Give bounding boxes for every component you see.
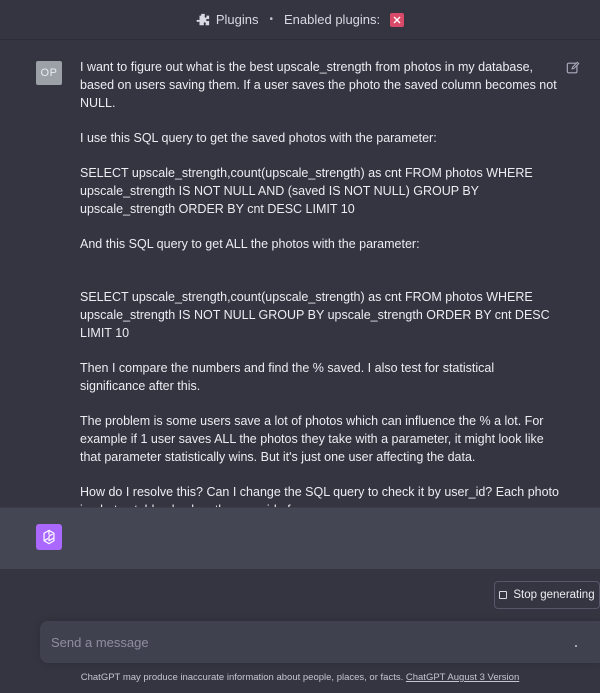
stop-generating-button[interactable]: Stop generating: [494, 581, 600, 609]
disclaimer-text: ChatGPT may produce inaccurate informati…: [80, 672, 404, 683]
stop-generating-label: Stop generating: [513, 589, 595, 601]
send-indicator-icon: [575, 645, 577, 647]
plugin-glyph-icon: [393, 16, 401, 23]
message-input[interactable]: [40, 621, 560, 663]
message-paragraph: The problem is some users save a lot of …: [80, 414, 544, 464]
stop-icon: [499, 591, 508, 599]
message-paragraph: I use this SQL query to get the saved ph…: [80, 131, 437, 145]
top-bar: Plugins • Enabled plugins:: [0, 0, 600, 40]
message-composer: [40, 621, 600, 663]
user-message-text: I want to figure out what is the best up…: [80, 58, 560, 536]
separator-dot: •: [269, 14, 273, 25]
openai-knot-icon: [43, 529, 55, 545]
assistant-message-row: [0, 507, 600, 569]
message-paragraph: SELECT upscale_strength,count(upscale_st…: [80, 290, 550, 340]
edit-icon[interactable]: [566, 61, 580, 75]
message-paragraph: And this SQL query to get ALL the photos…: [80, 237, 420, 251]
version-link[interactable]: ChatGPT August 3 Version: [406, 672, 519, 683]
message-paragraph: I want to figure out what is the best up…: [80, 60, 557, 110]
message-paragraph: Then I compare the numbers and find the …: [80, 361, 495, 393]
avatar: OP: [36, 61, 62, 85]
plugin-badge-icon[interactable]: [390, 12, 405, 27]
enabled-plugins-label: Enabled plugins:: [284, 12, 381, 27]
openai-logo-icon: [36, 524, 62, 550]
message-paragraph: SELECT upscale_strength,count(upscale_st…: [80, 166, 533, 216]
footer-disclaimer: ChatGPT may produce inaccurate informati…: [0, 672, 600, 686]
plugins-label[interactable]: Plugins: [216, 12, 259, 27]
puzzle-icon: [196, 13, 209, 25]
